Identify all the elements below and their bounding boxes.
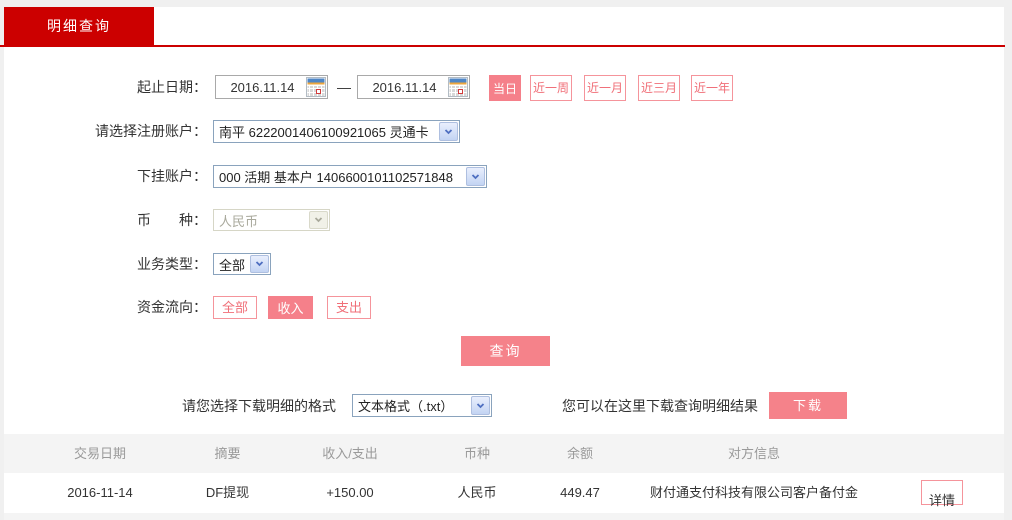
table-row: 2016-11-14 DF提现 +150.00 人民币 449.47 财付通支付…: [4, 473, 1004, 513]
quick-range-today-button[interactable]: 当日: [489, 75, 521, 101]
chevron-down-icon: [439, 122, 458, 141]
register-account-value: 南平 6222001406100921065 灵通卡: [219, 125, 429, 140]
chevron-down-icon: [309, 211, 328, 229]
cell-counterparty: 财付通支付科技有限公司客户备付金: [649, 485, 858, 500]
detail-button[interactable]: 详情: [921, 480, 963, 508]
cell-summary: DF提现: [205, 485, 250, 500]
date-range-separator: —: [337, 79, 351, 95]
register-account-select[interactable]: 南平 6222001406100921065 灵通卡: [213, 120, 460, 143]
end-date-input[interactable]: 2016.11.14: [357, 75, 470, 99]
currency-value: 人民币: [219, 213, 259, 229]
header-summary: 摘要: [214, 446, 241, 461]
header-counterparty: 对方信息: [727, 446, 780, 461]
chevron-down-icon: [250, 255, 269, 273]
business-type-select[interactable]: 全部: [213, 253, 271, 275]
header-balance: 余额: [566, 446, 593, 461]
fund-flow-all-button[interactable]: 全部: [213, 296, 257, 319]
chevron-down-icon: [466, 167, 485, 186]
business-type-value: 全部: [219, 257, 246, 273]
cell-balance: 449.47: [560, 485, 600, 500]
download-format-select[interactable]: 文本格式（.txt）: [352, 394, 492, 417]
chevron-down-icon: [471, 396, 490, 415]
download-format-value: 文本格式（.txt）: [358, 399, 454, 414]
quick-range-week-button[interactable]: 近一周: [530, 75, 572, 101]
date-range-label: 起止日期：: [137, 79, 207, 95]
cell-currency: 人民币: [457, 485, 497, 500]
business-type-label: 业务类型：: [137, 256, 207, 272]
header-income-expense: 收入/支出: [322, 446, 378, 461]
header-currency: 币种: [463, 446, 490, 461]
download-format-label: 请您选择下载明细的格式: [182, 398, 336, 414]
quick-range-month-button[interactable]: 近一月: [584, 75, 626, 101]
start-date-input[interactable]: 2016.11.14: [215, 75, 328, 99]
table-footer-band: [4, 513, 1004, 520]
currency-select: 人民币: [213, 209, 330, 231]
cell-trade-date: 2016-11-14: [67, 485, 133, 500]
calendar-icon[interactable]: [448, 77, 468, 97]
quick-range-3months-button[interactable]: 近三月: [638, 75, 680, 101]
sub-account-select[interactable]: 000 活期 基本户 1406600101102571848: [213, 165, 487, 188]
download-button[interactable]: 下载: [769, 392, 847, 419]
sub-account-label: 下挂账户：: [137, 168, 207, 184]
quick-range-year-button[interactable]: 近一年: [691, 75, 733, 101]
register-account-label: 请选择注册账户：: [95, 123, 207, 139]
query-button[interactable]: 查询: [461, 336, 550, 366]
fund-flow-label: 资金流向：: [137, 299, 207, 315]
fund-flow-income-button[interactable]: 收入: [268, 296, 313, 319]
download-hint: 您可以在这里下载查询明细结果: [562, 398, 758, 414]
header-trade-date: 交易日期: [73, 446, 126, 461]
tab-underline: [0, 45, 1005, 47]
table-header-row: 交易日期 摘要 收入/支出 币种 余额 对方信息: [4, 434, 1004, 473]
calendar-icon[interactable]: [306, 77, 326, 97]
fund-flow-expense-button[interactable]: 支出: [327, 296, 371, 319]
tab-detail-query[interactable]: 明细查询: [4, 7, 154, 45]
detail-query-page: 明细查询 起止日期： 2016.11.14 — 2016.11.14 当日 近一…: [0, 0, 1012, 520]
sub-account-value: 000 活期 基本户 1406600101102571848: [219, 170, 453, 185]
currency-label: 币 种：: [137, 212, 207, 228]
cell-amount: +150.00: [326, 485, 374, 500]
